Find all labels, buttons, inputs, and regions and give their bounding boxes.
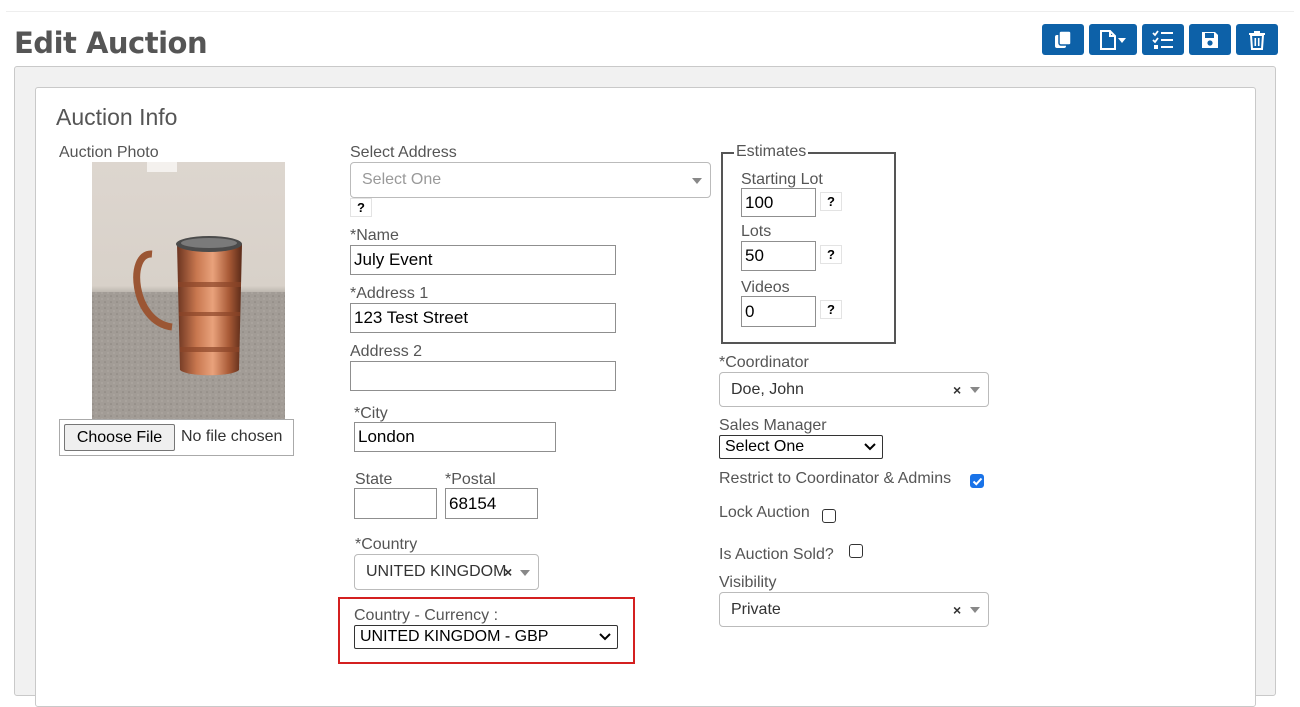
is-sold-label: Is Auction Sold? [719,546,834,563]
visibility-label: Visibility [719,574,777,591]
chevron-down-icon [520,570,530,576]
checklist-button[interactable] [1142,24,1184,55]
coordinator-label: *Coordinator [719,354,809,371]
lots-label: Lots [741,223,772,240]
sales-manager-select[interactable]: Select One [719,435,883,459]
coordinator-dropdown[interactable]: Doe, John × [719,372,989,407]
starting-lot-help-button[interactable]: ? [820,192,842,211]
postal-input[interactable]: 68154 [445,488,538,519]
chevron-down-icon [599,633,611,641]
new-document-dropdown-button[interactable] [1089,24,1137,55]
coordinator-value: Doe, John [731,380,804,398]
chevron-down-icon [864,443,876,451]
name-input[interactable]: July Event [350,245,616,275]
starting-lot-label: Starting Lot [741,171,823,188]
select-address-dropdown[interactable]: Select One [350,162,711,198]
city-label: *City [354,405,388,422]
country-value: UNITED KINGDOM [366,563,507,580]
select-address-help-button[interactable]: ? [350,198,372,217]
videos-input[interactable]: 0 [741,296,816,327]
auction-info-title: Auction Info [56,104,178,130]
address1-label: *Address 1 [350,285,429,302]
copper-mug-image [92,162,285,420]
lock-auction-checkbox[interactable] [822,509,836,523]
estimates-legend: Estimates [734,143,809,161]
chevron-down-icon [970,607,980,613]
country-label: *Country [355,536,418,553]
state-input[interactable] [354,488,437,519]
country-currency-value: UNITED KINGDOM - GBP [360,628,549,645]
name-label: *Name [350,227,399,244]
no-file-text: No file chosen [181,428,283,445]
page-title: Edit Auction [14,26,208,60]
is-sold-checkbox[interactable] [849,544,863,558]
postal-label: *Postal [445,471,496,488]
auction-photo-label: Auction Photo [59,144,159,161]
lots-input[interactable]: 50 [741,241,816,271]
copy-icon [1055,29,1072,48]
select-address-label: Select Address [350,144,457,161]
lots-help-button[interactable]: ? [820,245,842,264]
country-clear-icon[interactable]: × [504,564,512,580]
address1-input[interactable]: 123 Test Street [350,303,616,333]
top-divider [6,11,1294,12]
delete-button[interactable] [1236,24,1278,55]
videos-label: Videos [741,279,790,296]
visibility-value: Private [731,600,781,618]
checkmark-icon [972,477,982,486]
copy-button[interactable] [1042,24,1084,55]
state-label: State [355,471,393,488]
new-document-dropdown-icon [1100,29,1126,50]
restrict-label: Restrict to Coordinator & Admins [719,470,952,487]
toolbar [1042,24,1278,55]
save-button[interactable] [1189,24,1231,55]
country-currency-select[interactable]: UNITED KINGDOM - GBP [354,625,618,649]
lock-auction-label: Lock Auction [719,504,810,521]
checklist-icon [1152,29,1173,49]
visibility-clear-icon[interactable]: × [953,602,961,618]
city-input[interactable]: London [354,422,556,452]
sales-manager-value: Select One [725,438,805,455]
trash-icon [1249,30,1265,50]
country-currency-label: Country - Currency : [354,607,499,624]
address2-input[interactable] [350,361,616,391]
choose-file-button[interactable]: Choose File [64,424,175,451]
select-address-placeholder: Select One [362,171,442,188]
starting-lot-input[interactable]: 100 [741,188,816,217]
address2-label: Address 2 [350,343,423,360]
videos-help-button[interactable]: ? [820,300,842,319]
visibility-dropdown[interactable]: Private × [719,592,989,627]
auction-photo [92,162,285,420]
chevron-down-icon [970,387,980,393]
restrict-checkbox[interactable] [970,474,984,488]
chevron-down-icon [692,178,702,184]
coordinator-clear-icon[interactable]: × [953,382,961,398]
sales-manager-label: Sales Manager [719,417,827,434]
country-dropdown[interactable]: UNITED KINGDOM × [354,554,539,590]
save-icon [1202,31,1218,48]
